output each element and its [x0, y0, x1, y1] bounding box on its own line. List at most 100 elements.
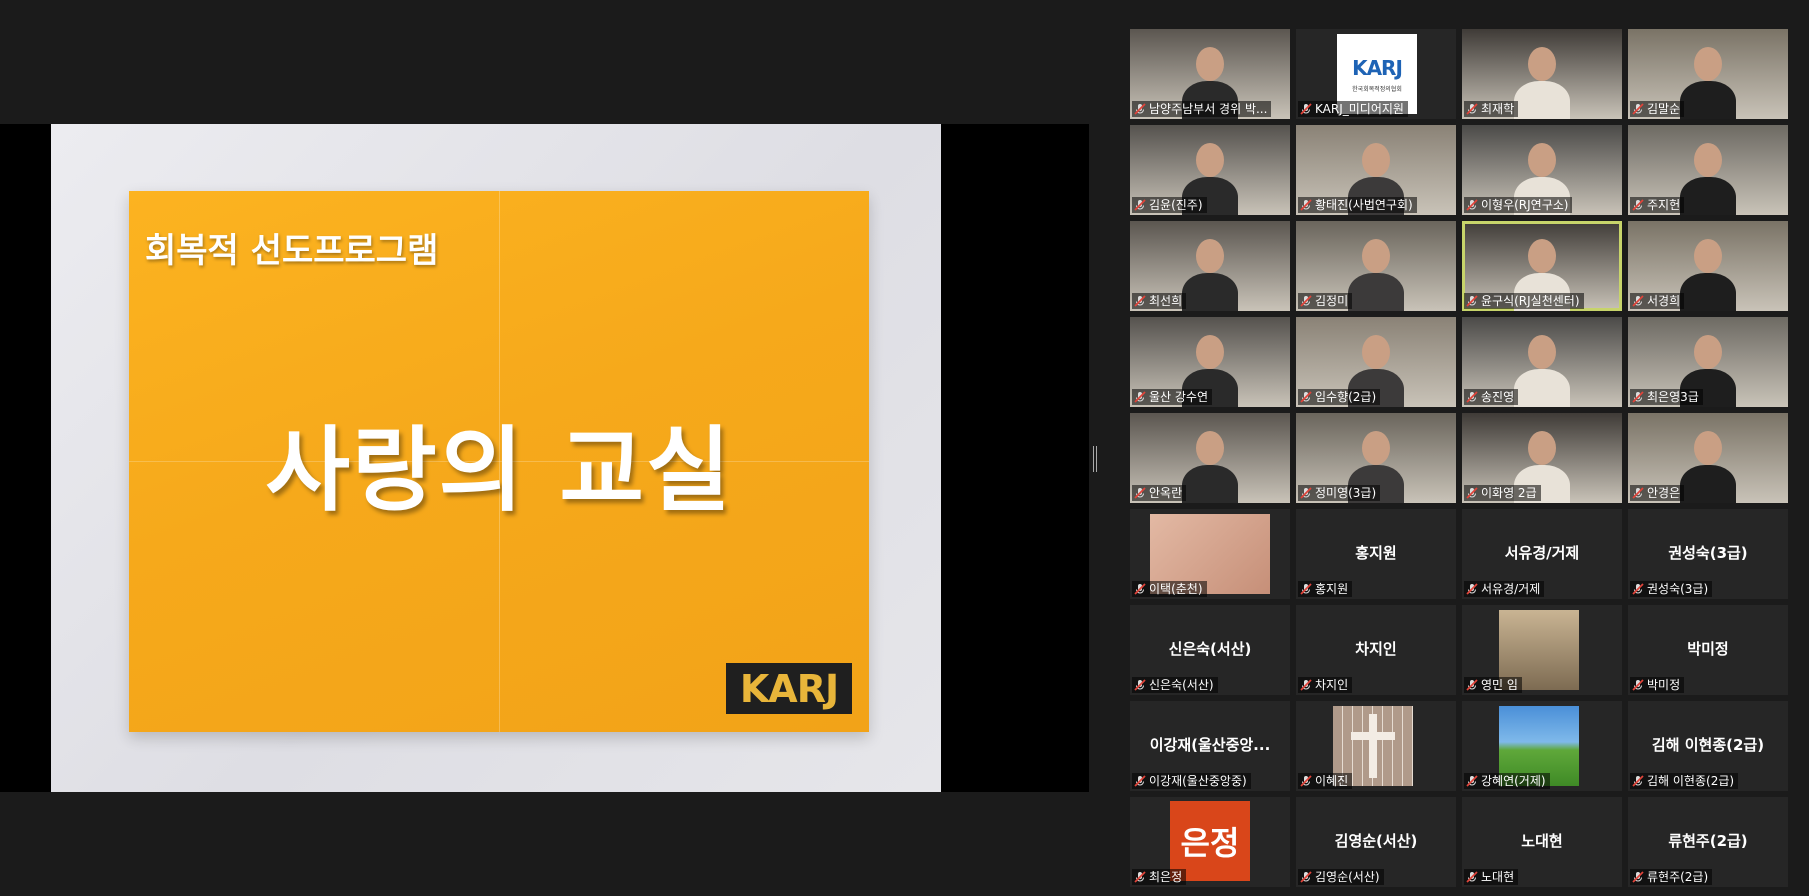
participant-name-label: 류현주(2급) [1630, 869, 1713, 885]
participant-name-label: 울산 강수연 [1132, 389, 1213, 405]
participant-tile[interactable]: 신은숙(서산) 신은숙(서산) [1130, 605, 1290, 695]
participant-tile[interactable]: 김해 이현종(2급) 김해 이현종(2급) [1628, 701, 1788, 791]
participant-tile[interactable]: 이화영 2급 [1462, 413, 1622, 503]
participant-name: 이택(춘천) [1149, 582, 1203, 596]
mic-muted-icon [1632, 391, 1644, 403]
participant-name-label: 김말순 [1630, 101, 1685, 117]
mic-muted-icon [1134, 199, 1146, 211]
participant-tile[interactable]: 최재학 [1462, 29, 1622, 119]
video-person [1514, 369, 1570, 407]
video-person [1348, 273, 1404, 311]
video-person [1182, 273, 1238, 311]
participant-tile[interactable]: 김정미 [1296, 221, 1456, 311]
participant-tile[interactable]: 정미영(3급) [1296, 413, 1456, 503]
participant-name-label: 주지헌 [1630, 197, 1685, 213]
participant-name-label: 윤구식(RJ실천센터) [1464, 293, 1584, 309]
mic-muted-icon [1466, 103, 1478, 115]
participant-tile[interactable]: 이강재(울산중앙... 이강재(울산중앙중) [1130, 701, 1290, 791]
mic-muted-icon [1134, 391, 1146, 403]
participant-name-label: 최은정 [1132, 869, 1187, 885]
karj-logo: KARJ [726, 663, 852, 714]
participant-tile[interactable]: 은정 최은정 [1130, 797, 1290, 887]
mic-muted-icon [1300, 775, 1312, 787]
participant-name: 정미영(3급) [1315, 486, 1377, 500]
video-person-head [1694, 335, 1722, 369]
participant-tile[interactable]: 황태진(사법연구회) [1296, 125, 1456, 215]
mic-muted-icon [1632, 487, 1644, 499]
participant-name-display: 박미정 [1687, 640, 1729, 658]
participant-tile[interactable]: 안옥란 [1130, 413, 1290, 503]
participant-name-label: 정미영(3급) [1298, 485, 1381, 501]
participant-tile[interactable]: 임수향(2급) [1296, 317, 1456, 407]
participant-tile[interactable]: 김윤(진주) [1130, 125, 1290, 215]
mic-muted-icon [1466, 679, 1478, 691]
participant-tile[interactable]: 차지인 차지인 [1296, 605, 1456, 695]
participant-name-label: 송진영 [1464, 389, 1519, 405]
participant-tile[interactable]: 권성숙(3급) 권성숙(3급) [1628, 509, 1788, 599]
program-poster: 회복적 선도프로그램 사랑의 교실 KARJ [129, 191, 869, 732]
participant-tile[interactable]: 이혜진 [1296, 701, 1456, 791]
participant-tile[interactable]: 안경은 [1628, 413, 1788, 503]
participant-tile[interactable]: 윤구식(RJ실천센터) [1462, 221, 1622, 311]
participant-tile[interactable]: 울산 강수연 [1130, 317, 1290, 407]
participant-name-label: 최선희 [1132, 293, 1187, 309]
participant-tile[interactable]: 류현주(2급) 류현주(2급) [1628, 797, 1788, 887]
participant-tile[interactable]: 이택(춘천) [1130, 509, 1290, 599]
karj-logo-caption: 한국회복적정의협회 [1352, 86, 1402, 93]
participant-name: 송진영 [1481, 390, 1515, 404]
participant-name: 김영순(서산) [1315, 870, 1380, 884]
participant-name-label: 차지인 [1298, 677, 1353, 693]
participant-name: 최은정 [1149, 870, 1183, 884]
participant-name: 류현주(2급) [1647, 870, 1709, 884]
participant-tile[interactable]: 홍지원 홍지원 [1296, 509, 1456, 599]
participant-name-label: 임수향(2급) [1298, 389, 1381, 405]
video-person [1680, 81, 1736, 119]
mic-muted-icon [1300, 871, 1312, 883]
participant-tile[interactable]: 강혜연(거제) [1462, 701, 1622, 791]
mic-muted-icon [1300, 103, 1312, 115]
participant-tile[interactable]: 김말순 [1628, 29, 1788, 119]
panel-resize-handle[interactable] [1093, 446, 1097, 472]
participant-name: 이화영 2급 [1481, 486, 1537, 500]
participant-tile[interactable]: 남양주남부서 경위 박... [1130, 29, 1290, 119]
cross-icon [1369, 714, 1377, 778]
participant-name: 안경은 [1647, 486, 1681, 500]
participant-tile[interactable]: 서유경/거제 서유경/거제 [1462, 509, 1622, 599]
participant-name-label: 김영순(서산) [1298, 869, 1384, 885]
participant-name: 울산 강수연 [1149, 390, 1209, 404]
participant-name: 홍지원 [1315, 582, 1349, 596]
mic-muted-icon [1134, 583, 1146, 595]
participant-name-label: KARJ_미디어지원 [1298, 101, 1408, 117]
mic-muted-icon [1632, 679, 1644, 691]
participant-tile[interactable]: 영민 임 [1462, 605, 1622, 695]
participant-name: 최재학 [1481, 102, 1515, 116]
participant-name: 강혜연(거제) [1481, 774, 1546, 788]
mic-muted-icon [1632, 295, 1644, 307]
participant-name: 노대현 [1481, 870, 1515, 884]
participant-name: 이강재(울산중앙중) [1149, 774, 1247, 788]
participant-tile[interactable]: 서경희 [1628, 221, 1788, 311]
participant-name: 김해 이현종(2급) [1647, 774, 1735, 788]
mic-muted-icon [1632, 103, 1644, 115]
participant-tile[interactable]: 최선희 [1130, 221, 1290, 311]
participant-gallery: 남양주남부서 경위 박... KARJ 한국회복적정의협회 KARJ_미디어지원 최재학… [1130, 29, 1788, 896]
participant-tile[interactable]: 최은영3급 [1628, 317, 1788, 407]
video-person-head [1694, 431, 1722, 465]
participant-name: 이혜진 [1315, 774, 1349, 788]
video-person-head [1528, 47, 1556, 81]
participant-tile[interactable]: 주지헌 [1628, 125, 1788, 215]
participant-name: 김말순 [1647, 102, 1681, 116]
participant-tile[interactable]: KARJ 한국회복적정의협회 KARJ_미디어지원 [1296, 29, 1456, 119]
poster-title: 사랑의 교실 [265, 417, 733, 524]
video-person-head [1196, 431, 1224, 465]
participant-tile[interactable]: 이형우(RJ연구소) [1462, 125, 1622, 215]
participant-tile[interactable]: 송진영 [1462, 317, 1622, 407]
video-person-head [1196, 143, 1224, 177]
mic-muted-icon [1466, 295, 1478, 307]
participant-name-label: 이형우(RJ연구소) [1464, 197, 1573, 213]
mic-muted-icon [1300, 295, 1312, 307]
participant-tile[interactable]: 박미정 박미정 [1628, 605, 1788, 695]
video-person-head [1196, 47, 1224, 81]
participant-tile[interactable]: 노대현 노대현 [1462, 797, 1622, 887]
participant-tile[interactable]: 김영순(서산) 김영순(서산) [1296, 797, 1456, 887]
